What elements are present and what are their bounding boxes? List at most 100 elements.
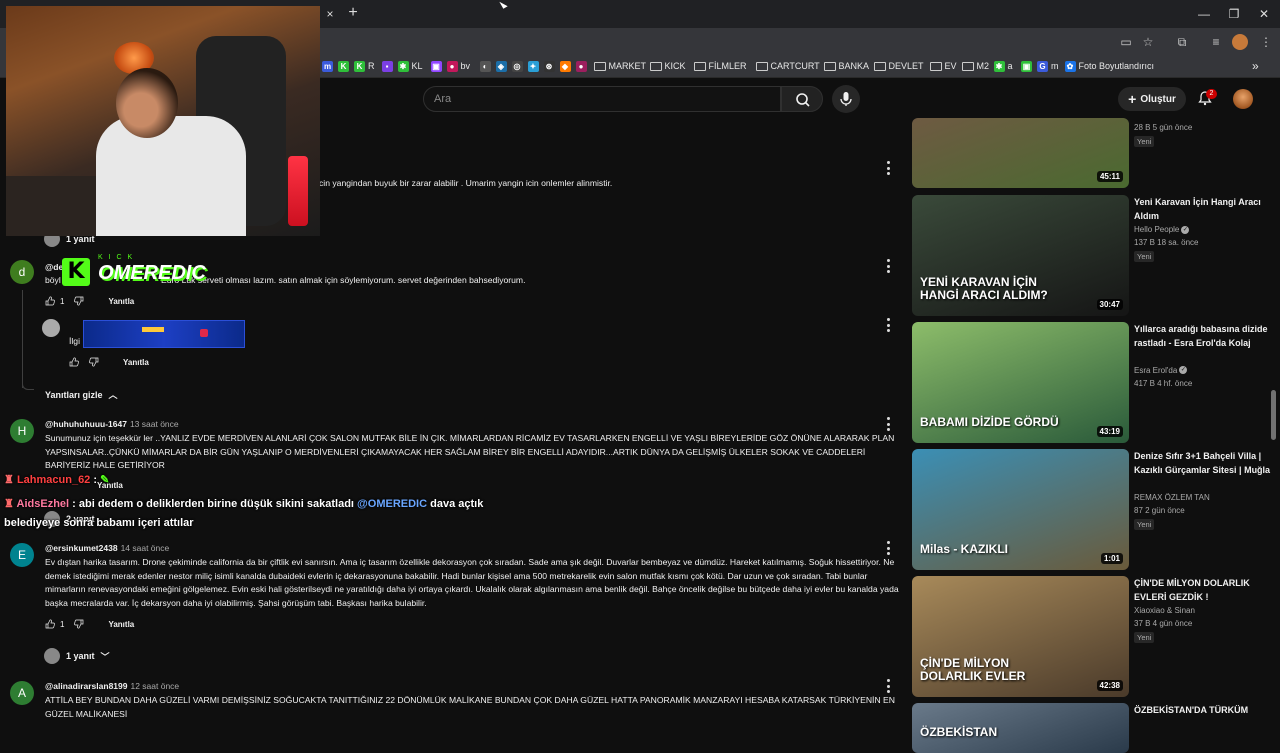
profile-icon[interactable] — [1232, 34, 1248, 50]
thumb-down-icon[interactable] — [89, 357, 99, 367]
reply-avatar[interactable] — [42, 319, 60, 337]
thread-curve — [22, 380, 34, 390]
window-close-button[interactable]: ✕ — [1252, 6, 1276, 22]
bookmark-folder-label: M2 — [976, 61, 990, 71]
more-bookmarks-button[interactable]: » — [1252, 58, 1259, 74]
comment-handle[interactable]: @alinadirarslan8199 — [45, 681, 127, 691]
reading-list-icon[interactable]: ≡ — [1208, 34, 1224, 50]
create-button[interactable]: + Oluştur — [1118, 87, 1186, 111]
bookmark-folder[interactable]: FİLMLER — [693, 58, 747, 74]
commenter-avatar[interactable]: d — [10, 260, 34, 284]
video-thumbnail[interactable]: YENİ KARAVAN İÇİN HANGİ ARACI ALDIM? 30:4… — [912, 195, 1129, 316]
reply-button[interactable]: Yanıtla — [108, 297, 134, 306]
video-channel[interactable]: REMAX ÖZLEM TAN — [1134, 493, 1210, 502]
comment-time[interactable]: 13 saat önce — [130, 419, 179, 429]
bookmark-folder[interactable]: EV — [929, 58, 957, 74]
bookmark[interactable]: ◆ — [559, 58, 571, 74]
comment-time[interactable]: 14 saat önce — [121, 543, 170, 553]
star-icon[interactable]: ☆ — [1140, 34, 1156, 50]
bookmark-folder[interactable]: KICK — [649, 58, 686, 74]
bookmark[interactable]: ● bv — [446, 58, 470, 74]
hide-replies-button[interactable]: Yanıtları gizle ︿ — [45, 388, 118, 401]
comment-handle[interactable]: @ersinkumet2438 — [45, 543, 118, 553]
comment-menu-button[interactable] — [885, 541, 891, 555]
scrollbar-thumb[interactable] — [1271, 390, 1276, 440]
comment-handle[interactable]: @de — [45, 262, 63, 272]
bookmark-folder[interactable]: BANKA — [823, 58, 869, 74]
bookmark[interactable]: m — [322, 58, 333, 74]
video-title[interactable]: Yıllarca aradığı babasına dizide rastlad… — [1134, 323, 1274, 350]
new-badge: Yeni — [1134, 632, 1155, 643]
commenter-avatar[interactable]: A — [10, 681, 34, 705]
like-button[interactable]: 1 — [45, 619, 64, 629]
video-channel[interactable]: Xiaoxiao & Sinan — [1134, 606, 1195, 615]
search-button[interactable] — [781, 86, 823, 112]
restore-button[interactable]: ❐ — [1222, 6, 1246, 22]
bookmark[interactable]: ▪ — [381, 58, 393, 74]
bookmark[interactable]: KR — [354, 58, 375, 74]
cast-icon[interactable]: ▭ — [1118, 34, 1134, 50]
video-channel[interactable]: Esra Erol'da ✓ — [1134, 366, 1188, 375]
bookmark[interactable]: ◈ — [495, 58, 507, 74]
comment-menu-button[interactable] — [885, 161, 891, 175]
video-title[interactable]: Yeni Karavan İçin Hangi Aracı Aldım — [1134, 196, 1274, 223]
comment-menu-button[interactable] — [885, 417, 891, 431]
commenter-avatar[interactable]: E — [10, 543, 34, 567]
thumb-up-icon[interactable] — [69, 357, 79, 367]
commenter-avatar[interactable]: H — [10, 419, 34, 443]
bookmark-favicon-icon: ⊛ — [543, 60, 555, 72]
bookmark-folder[interactable]: DEVLET — [873, 58, 924, 74]
bookmark-folder-label: FİLMLER — [708, 61, 747, 71]
like-button[interactable]: 1 — [45, 296, 64, 306]
video-channel[interactable]: Hello People ✓ — [1134, 225, 1190, 234]
tab-close-button[interactable]: × — [322, 6, 338, 22]
menu-icon[interactable]: ⋮ — [1258, 34, 1274, 50]
comment-time[interactable]: 12 saat önce — [130, 681, 179, 691]
extensions-icon[interactable]: ⧉ — [1174, 34, 1190, 50]
bookmark-folder[interactable]: CARTCURT — [755, 58, 820, 74]
search-input[interactable]: Ara — [423, 86, 781, 112]
bookmark[interactable]: Gm — [1037, 58, 1059, 74]
chat-separator: : — [90, 474, 98, 486]
thumb-down-icon[interactable] — [74, 296, 84, 306]
video-thumbnail[interactable]: BABAMI DİZİDE GÖRDÜ 43:19 — [912, 322, 1129, 443]
comment-handle[interactable]: @huhuhuhuuu-1647 — [45, 419, 127, 429]
create-label: Oluştur — [1140, 93, 1176, 105]
bookmark[interactable]: ◐ — [479, 58, 491, 74]
reply-button[interactable]: Yanıtla — [108, 620, 134, 629]
bookmark[interactable]: ✱ KL — [397, 58, 423, 74]
view-replies-button[interactable]: 1 yanıt ﹀ — [44, 648, 110, 664]
video-views-age: 87 2 gün önce — [1134, 505, 1185, 515]
bookmark[interactable]: ▣ — [1021, 58, 1032, 74]
bookmark[interactable]: ⊛ — [543, 58, 555, 74]
new-tab-button[interactable]: + — [344, 4, 362, 22]
video-thumbnail[interactable]: ÖZBEKİSTAN — [912, 703, 1129, 753]
account-avatar[interactable] — [1233, 89, 1253, 109]
video-title[interactable]: Denize Sıfır 3+1 Bahçeli Villa | Kazıklı… — [1134, 450, 1274, 477]
thumb-down-icon[interactable] — [74, 619, 84, 629]
comment-menu-button[interactable] — [885, 259, 891, 273]
bookmark-label: a — [1007, 61, 1013, 71]
video-thumbnail[interactable]: Milas - KAZIKLI 1:01 — [912, 449, 1129, 570]
chat-badge-icon: ♜ — [4, 498, 14, 510]
video-thumbnail[interactable]: 45:11 — [912, 118, 1129, 188]
bookmark[interactable]: ◎ — [511, 58, 523, 74]
comment-menu-button[interactable] — [885, 679, 891, 693]
chat-username: Lahmacun_62 — [16, 474, 91, 486]
video-thumbnail[interactable]: ÇİN'DE MİLYON DOLARLIK EVLER 42:38 — [912, 576, 1129, 697]
reply-button[interactable]: Yanıtla — [123, 358, 149, 367]
video-title[interactable]: ÇİN'DE MİLYON DOLARLIK EVLERİ GEZDİK ! — [1134, 577, 1274, 604]
video-title[interactable]: ÖZBEKİSTAN'DA TÜRKÜM — [1134, 704, 1274, 718]
minimize-button[interactable]: — — [1192, 6, 1216, 22]
voice-search-button[interactable] — [832, 85, 860, 113]
bookmark[interactable]: ▣ — [430, 58, 442, 74]
bookmark-folder[interactable]: M2 — [961, 58, 990, 74]
reply-menu-button[interactable] — [885, 318, 891, 332]
bookmark[interactable]: ● — [575, 58, 587, 74]
bookmark[interactable]: K — [338, 58, 349, 74]
bookmark[interactable]: ✿ Foto Boyutlandırıcı — [1064, 58, 1154, 74]
plus-icon: + — [1128, 91, 1137, 107]
bookmark-folder[interactable]: MARKET — [593, 58, 646, 74]
bookmark[interactable]: ✦ — [527, 58, 539, 74]
bookmark[interactable]: ✱ a — [993, 58, 1013, 74]
